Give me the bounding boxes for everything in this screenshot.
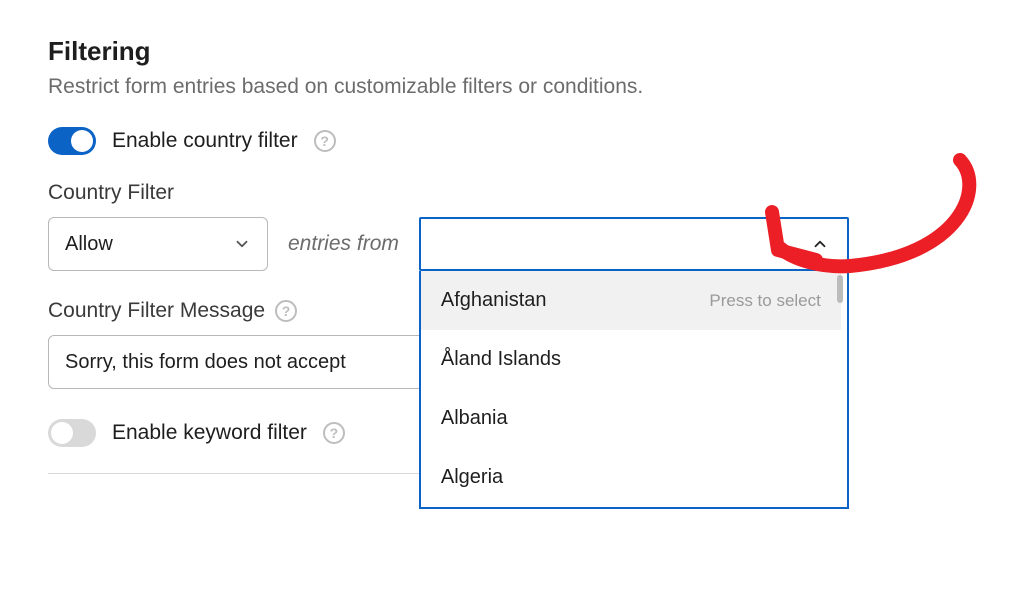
country-filter-row: Allow entries from Afghanistan Press to … <box>48 217 976 271</box>
country-filter-label: Country Filter <box>48 181 976 205</box>
country-filter-label-text: Country Filter <box>48 181 174 205</box>
country-filter-message-input[interactable]: Sorry, this form does not accept <box>48 335 428 389</box>
chevron-up-icon <box>811 235 829 253</box>
country-filter-message-value: Sorry, this form does not accept <box>65 351 346 374</box>
entries-from-text: entries from <box>288 232 399 256</box>
help-icon[interactable]: ? <box>275 300 297 322</box>
country-option[interactable]: Åland Islands <box>421 330 841 389</box>
country-select-wrapper: Afghanistan Press to select Åland Island… <box>419 217 849 271</box>
section-title: Filtering <box>48 36 976 67</box>
country-filter-mode-value: Allow <box>65 233 113 256</box>
country-option-label: Albania <box>441 407 508 430</box>
section-divider <box>48 473 448 474</box>
country-option[interactable]: Afghanistan Press to select <box>421 271 841 330</box>
country-filter-message-label-text: Country Filter Message <box>48 299 265 323</box>
toggle-knob-icon <box>71 130 93 152</box>
country-option-label: Afghanistan <box>441 289 547 312</box>
chevron-down-icon <box>233 235 251 253</box>
country-dropdown: Afghanistan Press to select Åland Island… <box>419 271 849 509</box>
enable-country-filter-toggle[interactable] <box>48 127 96 155</box>
country-select[interactable] <box>419 217 849 271</box>
country-option[interactable]: Albania <box>421 389 841 448</box>
section-description: Restrict form entries based on customiza… <box>48 75 976 99</box>
country-option[interactable]: Algeria <box>421 448 841 507</box>
enable-keyword-filter-toggle[interactable] <box>48 419 96 447</box>
country-option-label: Algeria <box>441 466 503 489</box>
country-option-label: Åland Islands <box>441 348 561 371</box>
help-icon[interactable]: ? <box>323 422 345 444</box>
scrollbar-thumb-icon[interactable] <box>837 275 843 303</box>
help-icon[interactable]: ? <box>314 130 336 152</box>
enable-country-filter-label: Enable country filter <box>112 129 298 153</box>
enable-keyword-filter-label: Enable keyword filter <box>112 421 307 445</box>
enable-country-filter-row: Enable country filter ? <box>48 127 976 155</box>
country-filter-mode-select[interactable]: Allow <box>48 217 268 271</box>
country-option-hint: Press to select <box>709 291 821 311</box>
toggle-knob-icon <box>51 422 73 444</box>
